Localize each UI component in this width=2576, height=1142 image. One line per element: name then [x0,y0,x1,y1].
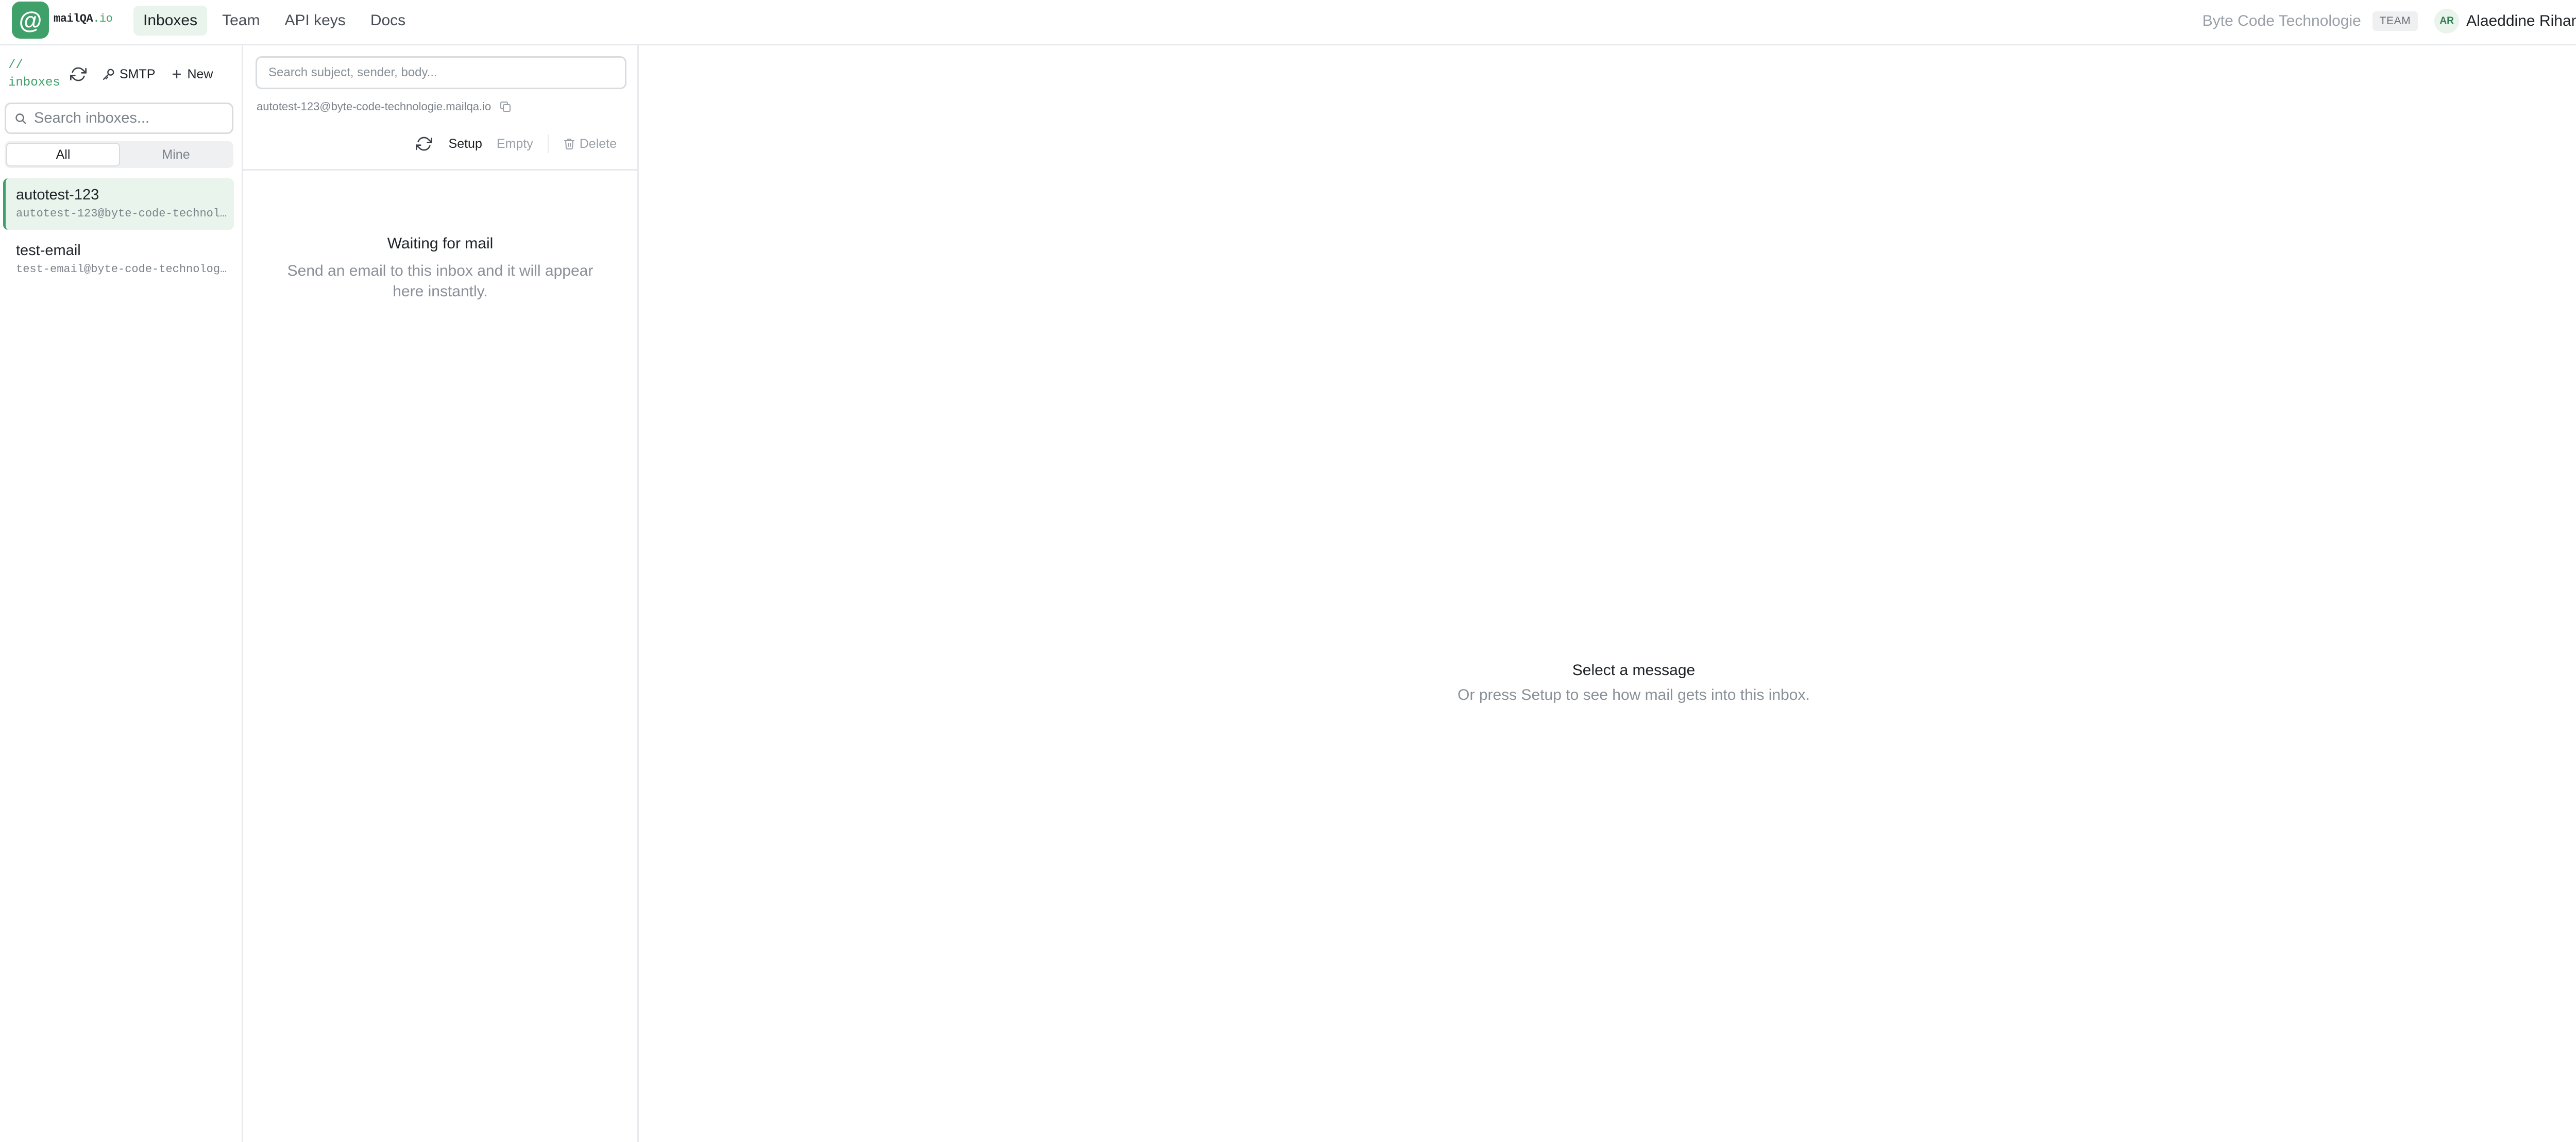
user-name[interactable]: Alaeddine Rihane [2466,12,2576,30]
logo-name: mailQA [54,12,93,25]
refresh-icon [415,137,432,151]
inbox-item-test-email[interactable]: test-email test-email@byte-code-technolo… [3,234,234,286]
filter-all[interactable]: All [6,143,120,166]
account-area: Byte Code Technologie TEAM AR Alaeddine … [2202,0,2576,42]
message-toolbar: Setup Empty Delete [414,132,617,156]
logo-tld: .io [93,12,113,25]
filter-mine[interactable]: Mine [120,143,232,166]
main-nav: Inboxes Team API keys Docs [133,6,415,36]
nav-api-keys[interactable]: API keys [275,6,355,36]
empty-inbox-button[interactable]: Empty [497,137,533,152]
nav-inboxes[interactable]: Inboxes [133,6,208,36]
nav-docs[interactable]: Docs [361,6,415,36]
refresh-icon [70,67,87,81]
avatar[interactable]: AR [2434,9,2460,33]
refresh-messages-button[interactable] [414,133,434,154]
org-name: Byte Code Technologie [2202,12,2361,29]
plan-badge: TEAM [2372,11,2418,31]
inbox-search-input[interactable] [33,109,218,127]
sidebar-actions: SMTP New [68,63,215,86]
search-icon [15,113,26,124]
new-inbox-button[interactable]: New [168,63,215,86]
inbox-address: autotest-123@byte-code-technologie.mailq… [16,207,227,220]
refresh-inboxes-button[interactable] [68,64,89,85]
message-list-pane: autotest-123@byte-code-technologie.mailq… [243,45,639,1142]
inbox-address: test-email@byte-code-technologie.mailqa.… [16,263,227,276]
message-search-input[interactable] [267,65,618,80]
inbox-filter-toggle: All Mine [5,141,233,168]
inbox-sidebar: // inboxes SMTP New Search inboxes... Al… [0,45,243,1142]
delete-inbox-button[interactable]: Delete [563,137,617,152]
inbox-list: autotest-123 autotest-123@byte-code-tech… [3,178,234,290]
message-search [256,56,626,89]
message-reader-pane: Select a message Or press Setup to see h… [639,45,2576,1142]
inbox-address-row: autotest-123@byte-code-technologie.mailq… [257,100,512,113]
smtp-button[interactable]: SMTP [100,63,157,86]
key-icon [103,69,114,80]
empty-state-title: Waiting for mail [387,235,494,252]
sidebar-title: // inboxes [8,58,60,90]
logo-glyph: @ [19,7,42,33]
toolbar-divider [547,135,549,153]
logo-wordmark[interactable]: mailQA.io [54,12,113,25]
trash-icon [564,139,574,149]
inbox-name: autotest-123 [16,187,99,203]
inbox-search [5,103,233,134]
nav-team[interactable]: Team [212,6,269,36]
current-inbox-address: autotest-123@byte-code-technologie.mailq… [257,100,492,113]
reader-empty-description: Or press Setup to see how mail gets into… [1458,686,1810,703]
copy-icon[interactable] [499,100,512,113]
smtp-label: SMTP [120,66,156,81]
divider [243,169,637,171]
reader-empty-title: Select a message [1572,662,1696,679]
plus-icon [173,70,181,79]
logo-icon[interactable]: @ [12,2,49,39]
empty-state-description: Send an email to this inbox and it will … [287,262,594,300]
inbox-item-autotest-123[interactable]: autotest-123 autotest-123@byte-code-tech… [3,178,234,230]
inbox-name: test-email [16,242,81,259]
reader-empty-state: Select a message Or press Setup to see h… [639,662,2576,704]
setup-button[interactable]: Setup [449,137,482,152]
top-bar: @ mailQA.io Inboxes Team API keys Docs B… [0,0,2576,45]
message-empty-state: Waiting for mail Send an email to this i… [243,235,637,302]
new-label: New [187,66,213,81]
delete-label: Delete [579,136,617,151]
